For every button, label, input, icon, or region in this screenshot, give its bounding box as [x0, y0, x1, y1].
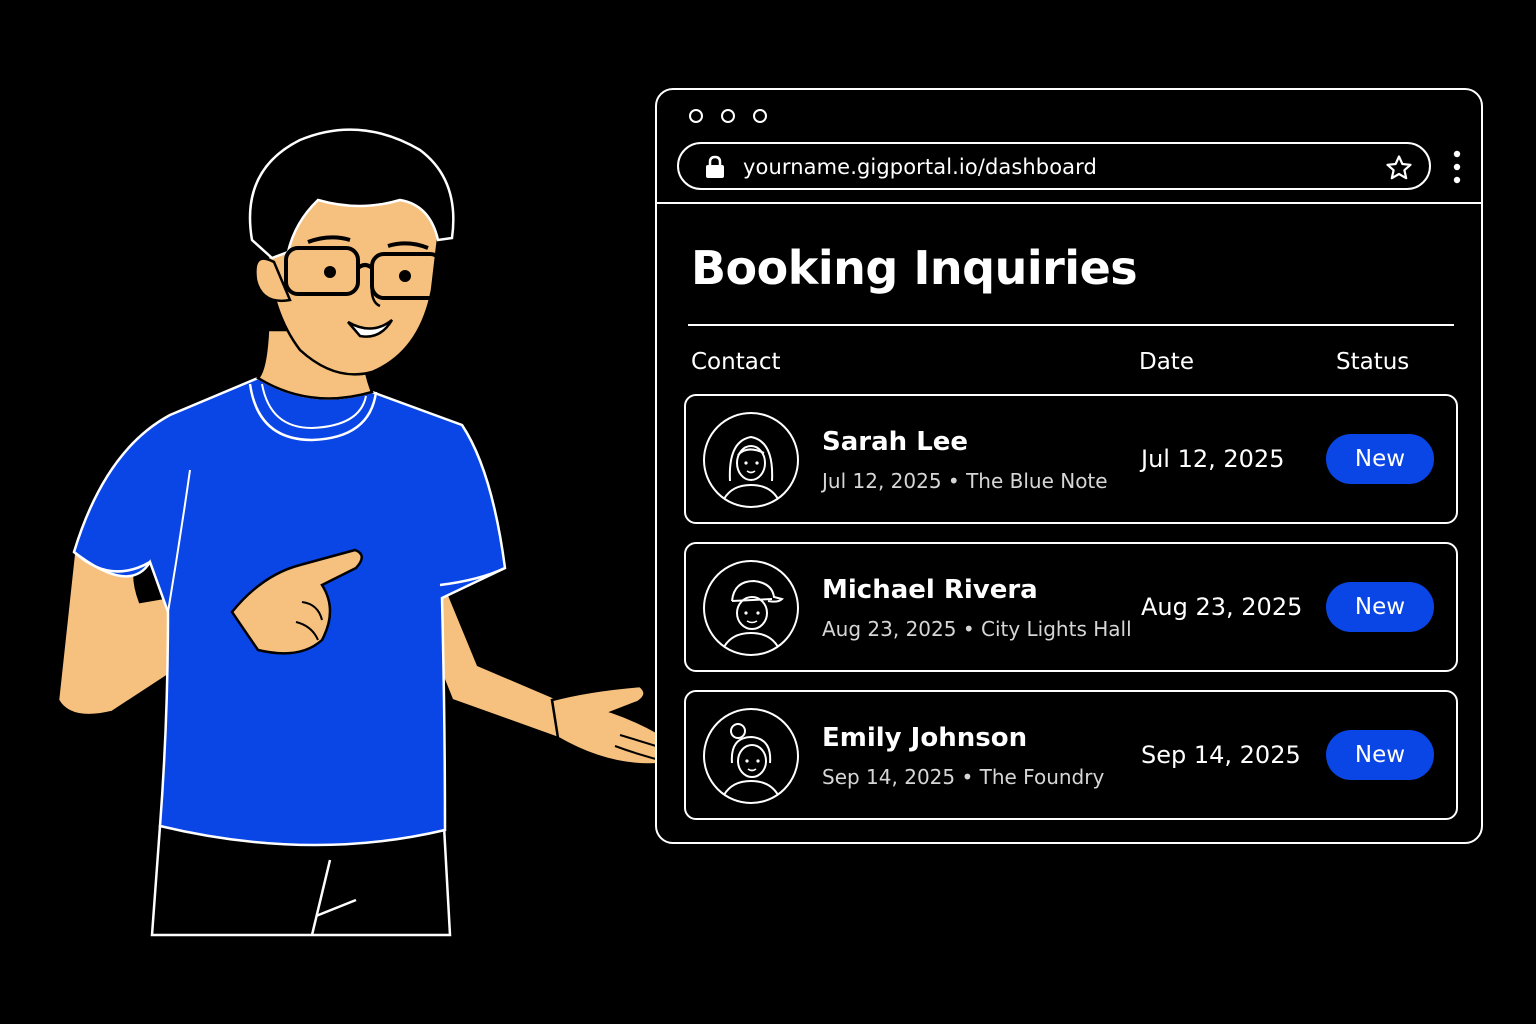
toolbar-divider [657, 202, 1481, 204]
inquiry-contact-name: Emily Johnson [822, 723, 1028, 753]
window-control-maximize[interactable] [753, 109, 767, 123]
inquiry-date: Sep 14, 2025 [1141, 741, 1301, 769]
inquiry-date: Jul 12, 2025 [1141, 445, 1285, 473]
status-badge[interactable]: New [1326, 582, 1434, 632]
window-control-close[interactable] [689, 109, 703, 123]
title-divider [688, 324, 1454, 326]
inquiry-date: Aug 23, 2025 [1141, 593, 1303, 621]
browser-window: yourname.gigportal.io/dashboard Booking … [655, 88, 1483, 844]
inquiry-contact-name: Sarah Lee [822, 427, 969, 457]
page-title: Booking Inquiries [691, 241, 1138, 295]
column-header-date: Date [1139, 349, 1194, 375]
status-badge[interactable]: New [1326, 730, 1434, 780]
inquiry-subtitle: Sep 14, 2025 • The Foundry [822, 765, 1105, 789]
avatar-icon [703, 708, 799, 804]
avatar-icon [703, 412, 799, 508]
inquiry-row[interactable]: Emily Johnson Sep 14, 2025 • The Foundry… [684, 690, 1458, 820]
illustration-stage: yourname.gigportal.io/dashboard Booking … [0, 0, 1536, 1024]
address-bar[interactable]: yourname.gigportal.io/dashboard [677, 142, 1431, 190]
inquiry-row[interactable]: Michael Rivera Aug 23, 2025 • City Light… [684, 542, 1458, 672]
more-vertical-icon[interactable] [1452, 150, 1462, 184]
window-controls [689, 109, 767, 123]
window-control-minimize[interactable] [721, 109, 735, 123]
inquiry-subtitle: Jul 12, 2025 • The Blue Note [822, 469, 1108, 493]
status-badge[interactable]: New [1326, 434, 1434, 484]
star-icon[interactable] [1385, 154, 1413, 182]
inquiry-contact-name: Michael Rivera [822, 575, 1038, 605]
inquiry-row[interactable]: Sarah Lee Jul 12, 2025 • The Blue Note J… [684, 394, 1458, 524]
avatar-icon [703, 560, 799, 656]
column-header-status: Status [1336, 349, 1410, 375]
lock-icon [706, 155, 724, 178]
column-header-contact: Contact [691, 349, 781, 375]
address-bar-url: yourname.gigportal.io/dashboard [743, 155, 1097, 179]
inquiry-subtitle: Aug 23, 2025 • City Lights Hall [822, 617, 1132, 641]
